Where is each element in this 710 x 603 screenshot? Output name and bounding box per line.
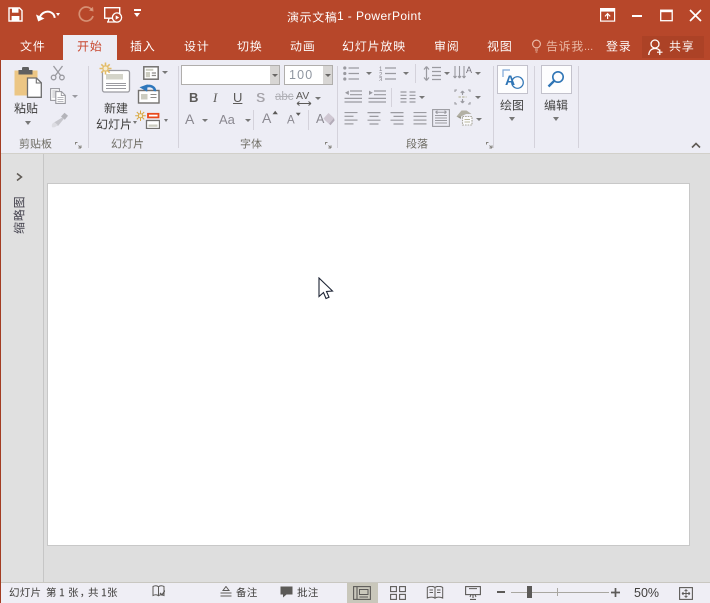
svg-text:A: A [262, 110, 272, 126]
svg-text:A: A [505, 72, 515, 88]
svg-text:A: A [466, 65, 472, 75]
svg-text:A: A [287, 115, 295, 127]
svg-text:3: 3 [379, 78, 383, 82]
svg-text:A: A [316, 112, 325, 126]
svg-text:AV: AV [296, 90, 309, 102]
